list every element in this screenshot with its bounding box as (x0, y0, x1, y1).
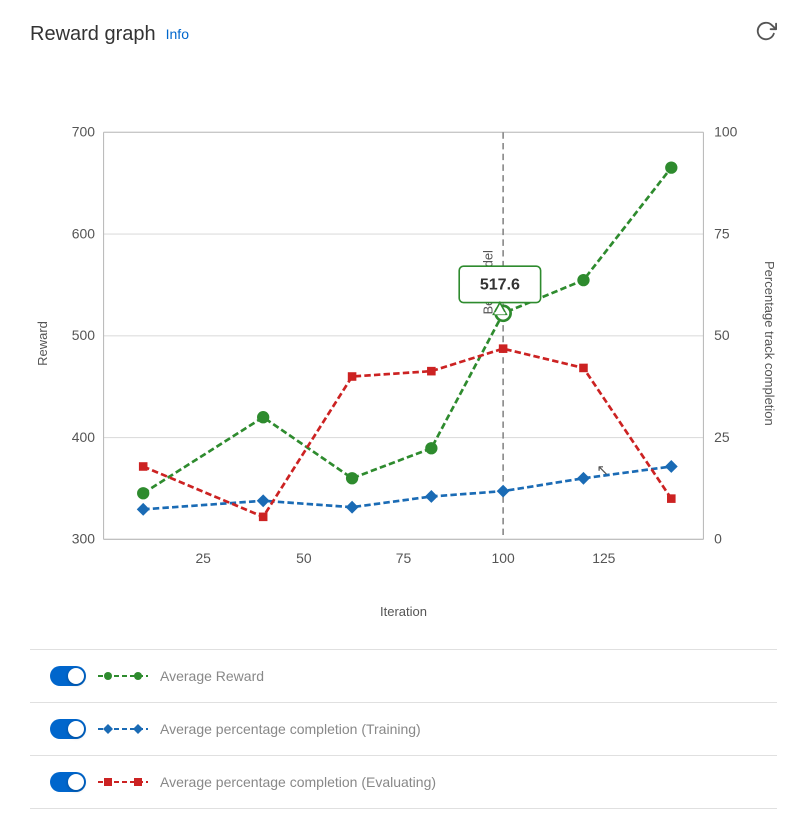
training-point (425, 490, 438, 503)
tooltip-value: 517.6 (480, 276, 520, 294)
chart-inner: 300 400 500 600 700 0 25 50 75 100 25 50… (50, 68, 757, 619)
legend-label-avg-pct-evaluating: Average percentage completion (Evaluatin… (160, 774, 436, 790)
legend-label-avg-reward: Average Reward (160, 668, 264, 684)
y-tick-500: 500 (72, 327, 95, 343)
evaluating-point (427, 367, 436, 376)
toggle-thumb (68, 668, 84, 684)
y-right-tick-75: 75 (714, 225, 730, 241)
evaluating-point (348, 372, 357, 381)
training-point (257, 494, 270, 507)
avg-reward-line (143, 168, 671, 494)
chart-title: Reward graph (30, 23, 156, 46)
training-point (577, 472, 590, 485)
training-point (137, 503, 150, 516)
refresh-icon (755, 20, 777, 42)
legend-label-avg-pct-training: Average percentage completion (Training) (160, 721, 421, 737)
toggle-avg-pct-evaluating[interactable] (50, 772, 86, 792)
legend-line-avg-reward (98, 668, 148, 684)
chart-area: Reward 300 400 500 (30, 68, 777, 619)
x-tick-125: 125 (592, 550, 615, 566)
legend-item-avg-reward: Average Reward (30, 650, 777, 703)
training-point (665, 460, 678, 473)
legend-item-avg-pct-evaluating: Average percentage completion (Evaluatin… (30, 756, 777, 809)
avg-pct-evaluating-line (143, 349, 671, 517)
evaluating-point (259, 513, 268, 522)
refresh-button[interactable] (755, 20, 777, 48)
y-right-tick-25: 25 (714, 429, 730, 445)
chart-header: Reward graph Info (30, 20, 777, 48)
y-tick-700: 700 (72, 124, 95, 140)
toggle-avg-pct-training[interactable] (50, 719, 86, 739)
y-right-tick-0: 0 (714, 531, 722, 547)
evaluating-point (667, 494, 676, 503)
y-tick-600: 600 (72, 225, 95, 241)
y-right-tick-50: 50 (714, 327, 730, 343)
toggle-avg-reward[interactable] (50, 666, 86, 686)
evaluating-point (139, 462, 148, 471)
evaluating-point (499, 344, 508, 353)
avg-reward-point (426, 443, 437, 454)
evaluating-point (579, 364, 588, 373)
avg-reward-point (347, 473, 358, 484)
info-button[interactable]: Info (166, 26, 189, 42)
avg-reward-point (258, 412, 269, 423)
x-axis-label: Iteration (50, 604, 757, 619)
legend-line-avg-pct-evaluating (98, 774, 148, 790)
y-tick-300: 300 (72, 531, 95, 547)
avg-reward-point (578, 275, 589, 286)
x-tick-25: 25 (195, 550, 211, 566)
y-right-tick-100: 100 (714, 124, 737, 140)
training-point (497, 485, 510, 498)
training-point (346, 501, 359, 514)
legend-section: Average Reward Average percentage comple… (30, 649, 777, 809)
avg-reward-point (138, 488, 149, 499)
x-tick-100: 100 (492, 550, 515, 566)
cursor-icon: ↖ (596, 462, 609, 479)
legend-line-avg-pct-training (98, 721, 148, 737)
toggle-thumb (68, 721, 84, 737)
x-tick-75: 75 (396, 550, 412, 566)
toggle-thumb (68, 774, 84, 790)
chart-svg: 300 400 500 600 700 0 25 50 75 100 25 50… (50, 68, 757, 593)
y-tick-400: 400 (72, 429, 95, 445)
x-tick-50: 50 (296, 550, 312, 566)
y-axis-left-label: Reward (30, 68, 50, 619)
avg-reward-point (666, 162, 677, 173)
avg-pct-training-line (143, 466, 671, 509)
y-axis-right-label: Percentage track completion (757, 68, 777, 619)
legend-item-avg-pct-training: Average percentage completion (Training) (30, 703, 777, 756)
